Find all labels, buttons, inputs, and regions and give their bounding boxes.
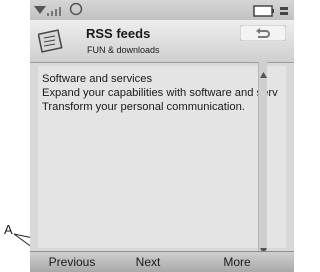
content-line-3[interactable]: Transform your personal communication. [42, 100, 245, 114]
rss-app-icon [37, 26, 66, 54]
scrollbar[interactable] [258, 62, 267, 254]
page-subtitle: FUN & downloads [87, 45, 160, 55]
callout-a: A [4, 222, 13, 237]
wifi-icon [34, 3, 46, 21]
scroll-up-icon[interactable] [260, 65, 267, 83]
header: RSS feeds FUN & downloads [30, 20, 294, 63]
page-title: RSS feeds [86, 26, 151, 41]
content-area: Software and services Expand your capabi… [38, 66, 286, 248]
next-softkey[interactable]: Next [118, 255, 178, 269]
softkey-bar: Previous Next More [30, 251, 294, 272]
phone-screen: RSS feeds FUN & downloads Software and s… [30, 0, 294, 272]
back-button[interactable] [239, 24, 287, 42]
status-bar [30, 0, 294, 20]
content-line-1[interactable]: Software and services [42, 72, 152, 86]
content-line-2[interactable]: Expand your capabilities with software a… [42, 86, 278, 100]
more-softkey[interactable]: More [202, 255, 272, 269]
previous-softkey[interactable]: Previous [37, 255, 107, 269]
clock-icon [69, 2, 83, 21]
